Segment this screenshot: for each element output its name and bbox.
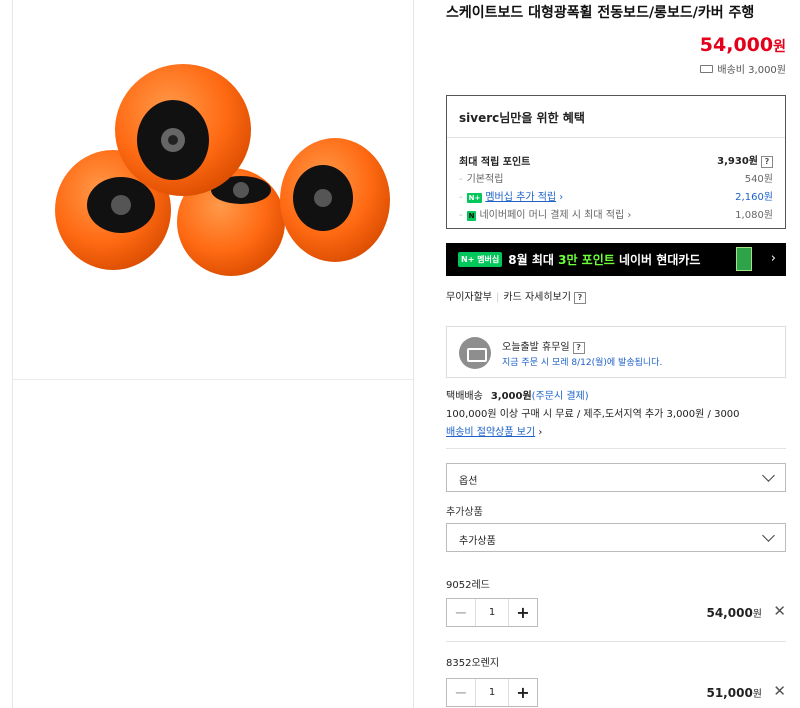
shipping-save-link[interactable]: 배송비 절약상품 보기 (446, 427, 535, 438)
today-dispatch-title: 오늘출발 휴무일? (502, 338, 585, 354)
addon-select[interactable]: 추가상품 (446, 523, 786, 552)
plus-button[interactable]: + (508, 679, 537, 706)
help-icon[interactable]: ? (573, 292, 586, 304)
banner-text-a: 8월 최대 (508, 253, 559, 267)
divider (446, 448, 786, 449)
today-dispatch-box: 오늘출발 휴무일? 지금 주문 시 모레 8/12(월)에 발송됩니다. (446, 326, 786, 378)
product-image-pane (12, 0, 414, 708)
benefit-row-membership[interactable]: - N+ 멤버십 추가 적립 › 2,160원 (459, 188, 773, 203)
hyundai-card-banner[interactable]: N+ 멤버십 8월 최대 3만 포인트 네이버 현대카드 › (446, 243, 786, 276)
minus-button[interactable]: − (447, 599, 476, 626)
close-icon[interactable]: ✕ (773, 602, 786, 620)
item-name: 9052레드 (446, 580, 490, 591)
close-icon[interactable]: ✕ (773, 682, 786, 700)
quantity-value[interactable]: 1 (476, 599, 508, 626)
max-points-value: 3,930원 (717, 156, 758, 167)
dispatch-note: 지금 주문 시 모레 8/12(월)에 발송됩니다. (502, 358, 663, 368)
n-plus-badge-icon: N+ (466, 193, 483, 203)
card-links: 무이자할부 | 카드 자세히보기? (446, 288, 586, 304)
item-amount: 51,000원 (706, 685, 762, 700)
price-value: 54,000 (699, 34, 774, 56)
benefit-row-npay[interactable]: - N 네이버페이 머니 결제 시 최대 적립 › 1,080원 (459, 206, 773, 221)
banner-text-b: 네이버 현대카드 (614, 253, 701, 267)
benefit-row-basic: - 기본적립 540원 (459, 170, 773, 185)
max-points-label: 최대 적립 포인트 (459, 156, 531, 168)
skateboard-wheels-image (55, 64, 390, 276)
shipping-fee-summary: 배송비 3,000원 (700, 61, 786, 76)
minus-button[interactable]: − (447, 679, 476, 706)
delivery-condition: 100,000원 이상 구매 시 무료 / 제주,도서지역 추가 3,000원 … (446, 409, 740, 420)
wheel-top (115, 64, 251, 196)
delivery-truck-icon (459, 337, 491, 369)
help-icon[interactable]: ? (572, 342, 585, 354)
addon-label: 추가상품 (446, 507, 483, 518)
item-amount-value: 51,000 (706, 686, 753, 700)
selected-item: 8352오렌지 − 1 + 51,000원 ✕ (446, 654, 786, 707)
item-amount: 54,000원 (706, 605, 762, 620)
item-divider (446, 641, 786, 642)
item-amount-value: 54,000 (706, 606, 753, 620)
plus-button[interactable]: + (508, 599, 537, 626)
benefit-box: siverc님만을 위한 혜택 최대 적립 포인트 3,930원? - 기본적립 … (446, 95, 786, 229)
today-title-text: 오늘출발 휴무일 (502, 342, 570, 353)
banner-text: 8월 최대 3만 포인트 네이버 현대카드 (508, 251, 700, 268)
wheel-right (280, 138, 390, 262)
product-price: 54,000원 (700, 34, 786, 56)
quantity-stepper[interactable]: − 1 + (446, 598, 538, 627)
product-title: 스케이트보드 대형광폭휠 전동보드/롱보드/카버 주행 (446, 5, 755, 21)
delivery-label: 택배배송 (446, 391, 483, 402)
delivery-fee: 3,000원 (490, 391, 532, 402)
interest-free-link[interactable]: 무이자할부 (446, 292, 492, 303)
item-amount-unit: 원 (752, 689, 762, 700)
addon-select-label: 추가상품 (459, 536, 496, 547)
selected-item: 9052레드 − 1 + 54,000원 ✕ (446, 576, 786, 627)
truck-icon (700, 65, 714, 73)
membership-points-link[interactable]: 멤버십 추가 적립 (485, 192, 556, 203)
max-points-row: 최대 적립 포인트 3,930원? (459, 152, 773, 168)
npay-points-label[interactable]: 네이버페이 머니 결제 시 최대 적립 (479, 210, 624, 221)
option-select[interactable]: 옵션 (446, 463, 786, 492)
delivery-fee-note: (주문시 결제) (531, 391, 589, 402)
basic-points-value: 540원 (744, 174, 773, 185)
membership-tag: N+ 멤버십 (458, 252, 503, 267)
chevron-down-icon (762, 469, 775, 482)
help-icon[interactable]: ? (761, 156, 773, 168)
card-detail-link[interactable]: 카드 자세히보기 (503, 292, 571, 303)
product-photo[interactable] (13, 0, 413, 380)
benefit-header: siverc님만을 위한 혜택 (447, 96, 785, 138)
quantity-value[interactable]: 1 (476, 679, 508, 706)
basic-points-label: 기본적립 (466, 174, 504, 185)
credit-card-icon (736, 247, 752, 271)
item-amount-unit: 원 (752, 609, 762, 620)
quantity-stepper[interactable]: − 1 + (446, 678, 538, 707)
npay-icon: N (466, 211, 477, 221)
npay-points-value: 1,080원 (735, 210, 773, 221)
chevron-right-icon: › (770, 251, 776, 266)
option-select-label: 옵션 (459, 476, 478, 487)
delivery-info: 택배배송 3,000원(주문시 결제) 100,000원 이상 구매 시 무료 /… (446, 391, 740, 438)
price-unit: 원 (773, 39, 786, 55)
shipping-fee-text: 배송비 3,000원 (717, 65, 786, 76)
chevron-down-icon (762, 529, 775, 542)
banner-highlight: 3만 포인트 (558, 253, 615, 267)
item-name: 8352오렌지 (446, 658, 500, 669)
membership-points-value: 2,160원 (735, 192, 773, 203)
